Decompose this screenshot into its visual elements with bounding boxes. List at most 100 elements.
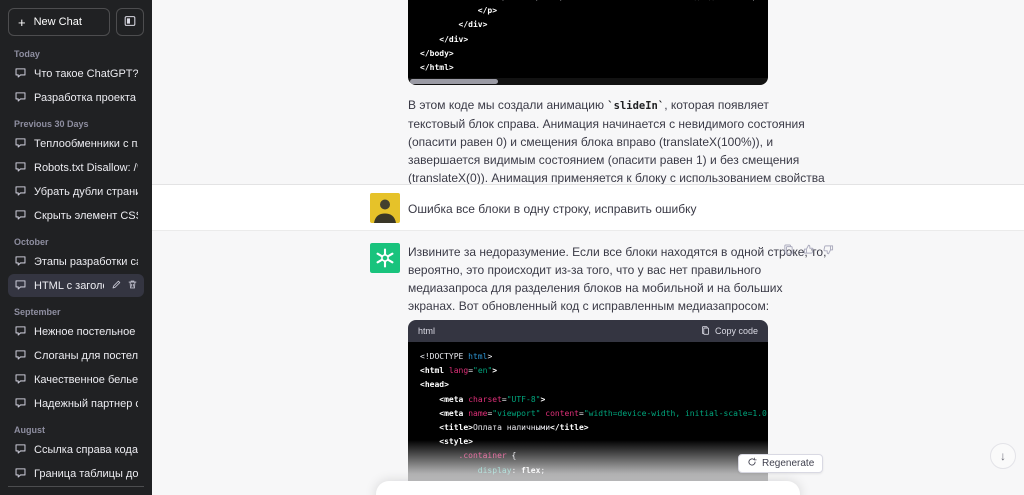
new-chat-label: New Chat bbox=[33, 16, 82, 28]
sidebar-conversation-item[interactable]: Слоганы для постельного бе bbox=[8, 344, 144, 367]
chatgpt-avatar bbox=[370, 243, 400, 273]
thumbs-up-icon bbox=[802, 244, 815, 259]
message-actions bbox=[782, 243, 835, 259]
regenerate-button[interactable]: Regenerate bbox=[738, 454, 824, 473]
chat-bubble-icon bbox=[14, 208, 27, 224]
chat-bubble-icon bbox=[14, 396, 27, 412]
sidebar-section-label: Today bbox=[14, 49, 40, 59]
chat-bubble-icon bbox=[14, 184, 27, 200]
delete-icon[interactable] bbox=[127, 279, 138, 293]
arrow-down-icon: ↓ bbox=[1000, 449, 1006, 463]
code-line: <title>Оплата наличными</title> bbox=[439, 422, 589, 432]
conversation-title: Этапы разработки сайта bbox=[34, 255, 138, 268]
sidebar-panel-icon bbox=[123, 14, 137, 31]
conversation-title: Теплообменники с пластина bbox=[34, 137, 138, 150]
sidebar-conversation-item[interactable]: Этапы разработки сайта bbox=[8, 250, 144, 273]
copy-icon bbox=[782, 244, 795, 259]
chat-bubble-icon bbox=[14, 90, 27, 106]
conversation-title: Ссылка справа кода. bbox=[34, 443, 138, 456]
code-language-label: html bbox=[418, 326, 436, 336]
sidebar-toggle-button[interactable] bbox=[116, 8, 144, 36]
edit-icon[interactable] bbox=[111, 279, 122, 293]
code-block-header: html Copy code bbox=[408, 320, 768, 342]
sidebar-conversation-item[interactable]: HTML с заголовком h bbox=[8, 274, 144, 297]
chat-bubble-icon bbox=[14, 372, 27, 388]
sidebar-conversation-item[interactable]: Скрыть элемент CSS bbox=[8, 204, 144, 227]
user-message-text: Ошибка все блоки в одну строку, исправит… bbox=[408, 202, 697, 216]
conversation-title: HTML с заголовком h bbox=[34, 279, 104, 292]
new-chat-button[interactable]: + New Chat bbox=[8, 8, 110, 36]
code-line: </div> bbox=[458, 20, 488, 30]
inline-code: `slideIn` bbox=[607, 100, 665, 112]
chat-bubble-icon bbox=[14, 278, 27, 294]
copy-code-label: Copy code bbox=[714, 326, 758, 336]
chat-bubble-icon bbox=[14, 136, 27, 152]
sidebar-conversation-item[interactable]: Разработка проекта uKit Alt bbox=[8, 86, 144, 109]
chat-bubble-icon bbox=[14, 160, 27, 176]
conversation-title: Качественное белье нежно bbox=[34, 373, 138, 386]
code-line: display: flex; bbox=[477, 465, 546, 475]
code-line: <html lang="en"> bbox=[420, 366, 498, 376]
copy-code-button[interactable]: Copy code bbox=[700, 325, 758, 338]
code-block-1: при выборе варианта оплаты наличными, вы… bbox=[408, 0, 768, 85]
code-content: <!DOCTYPE html> <html lang="en"> <head> <m… bbox=[408, 342, 768, 495]
thumbs-down-button[interactable] bbox=[822, 243, 835, 259]
chat-bubble-icon bbox=[14, 254, 27, 270]
code-line: </p> bbox=[477, 6, 498, 16]
sidebar-topbar: + New Chat bbox=[8, 8, 144, 36]
code-line: </html> bbox=[420, 62, 454, 72]
sidebar-conversation-item[interactable]: Robots.txt Disallow: /*q= bbox=[8, 156, 144, 179]
code-line: <meta name="viewport" content="width=dev… bbox=[439, 408, 768, 418]
regenerate-label: Regenerate bbox=[762, 458, 815, 469]
conversation-title: Разработка проекта uKit Alt bbox=[34, 91, 138, 104]
scrollbar-thumb[interactable] bbox=[410, 79, 498, 84]
sidebar-conversation-item[interactable]: Нежное постельное белье bbox=[8, 320, 144, 343]
conversation-title: Нежное постельное белье bbox=[34, 325, 138, 338]
sidebar-conversation-item[interactable]: Качественное белье нежно bbox=[8, 368, 144, 391]
sidebar-conversation-item[interactable]: Убрать дубли страниц пагин bbox=[8, 180, 144, 203]
sidebar-conversation-item[interactable]: Ссылка справа кода. bbox=[8, 438, 144, 461]
sidebar-section-label: August bbox=[14, 425, 45, 435]
code-line: .container { bbox=[458, 451, 517, 461]
assistant-message-2: Извините за недоразумение. Если все блок… bbox=[152, 231, 1024, 495]
code-line: <head> bbox=[420, 380, 449, 390]
sidebar-conversation-item[interactable]: Теплообменники с пластина bbox=[8, 132, 144, 155]
plus-icon: + bbox=[18, 14, 26, 30]
conversation-title: Граница таблицы добавлен bbox=[34, 467, 138, 480]
sidebar-conversation-item[interactable]: Граница таблицы добавлен bbox=[8, 462, 144, 485]
chat-bubble-icon bbox=[14, 348, 27, 364]
sidebar-footer: Upgrade bbox=[8, 486, 144, 495]
thumbs-down-icon bbox=[822, 244, 835, 259]
code-content: при выборе варианта оплаты наличными, вы… bbox=[408, 0, 768, 75]
code-line: </div> bbox=[439, 34, 469, 44]
sidebar-section-label: September bbox=[14, 307, 61, 317]
conversation-title: Скрыть элемент CSS bbox=[34, 209, 138, 222]
sidebar-conversation-item[interactable]: Надежный партнер сайтов bbox=[8, 392, 144, 415]
chat-input[interactable] bbox=[376, 481, 800, 495]
code-line: <meta charset="UTF-8"> bbox=[439, 394, 546, 404]
sidebar-section-label: Previous 30 Days bbox=[14, 119, 89, 129]
sidebar: + New Chat Today Что такое ChatGPT? Разраб… bbox=[0, 0, 152, 495]
conversation-list: Today Что такое ChatGPT? Разработка проект… bbox=[8, 40, 144, 486]
thumbs-up-button[interactable] bbox=[802, 243, 815, 259]
paragraph-text: В этом коде мы создали анимацию bbox=[408, 98, 608, 112]
sidebar-section-label: October bbox=[14, 237, 49, 247]
code-line: <style> bbox=[439, 437, 473, 447]
scroll-to-bottom-button[interactable]: ↓ bbox=[990, 443, 1016, 469]
conversation-title: Слоганы для постельного бе bbox=[34, 349, 138, 362]
assistant-paragraph-1: В этом коде мы создали анимацию `slideIn… bbox=[408, 96, 828, 184]
conversation-title: Убрать дубли страниц пагин bbox=[34, 185, 138, 198]
code-block-2: html Copy code <!DOCTYPE html> <html lan… bbox=[408, 320, 768, 495]
code-line: <!DOCTYPE html> bbox=[420, 352, 493, 361]
copy-message-button[interactable] bbox=[782, 243, 795, 259]
assistant-paragraph-2: Извините за недоразумение. Если все блок… bbox=[408, 245, 827, 313]
chat-area: при выборе варианта оплаты наличными, вы… bbox=[152, 0, 1024, 495]
user-message: Ошибка все блоки в одну строку, исправит… bbox=[152, 185, 1024, 231]
regenerate-icon bbox=[747, 457, 757, 470]
assistant-message-1: при выборе варианта оплаты наличными, вы… bbox=[152, 0, 1024, 185]
code-horizontal-scrollbar[interactable] bbox=[408, 78, 768, 85]
copy-icon bbox=[700, 325, 711, 338]
sidebar-conversation-item[interactable]: Что такое ChatGPT? bbox=[8, 62, 144, 85]
conversation-title: Robots.txt Disallow: /*q= bbox=[34, 161, 138, 174]
user-avatar bbox=[370, 193, 400, 223]
